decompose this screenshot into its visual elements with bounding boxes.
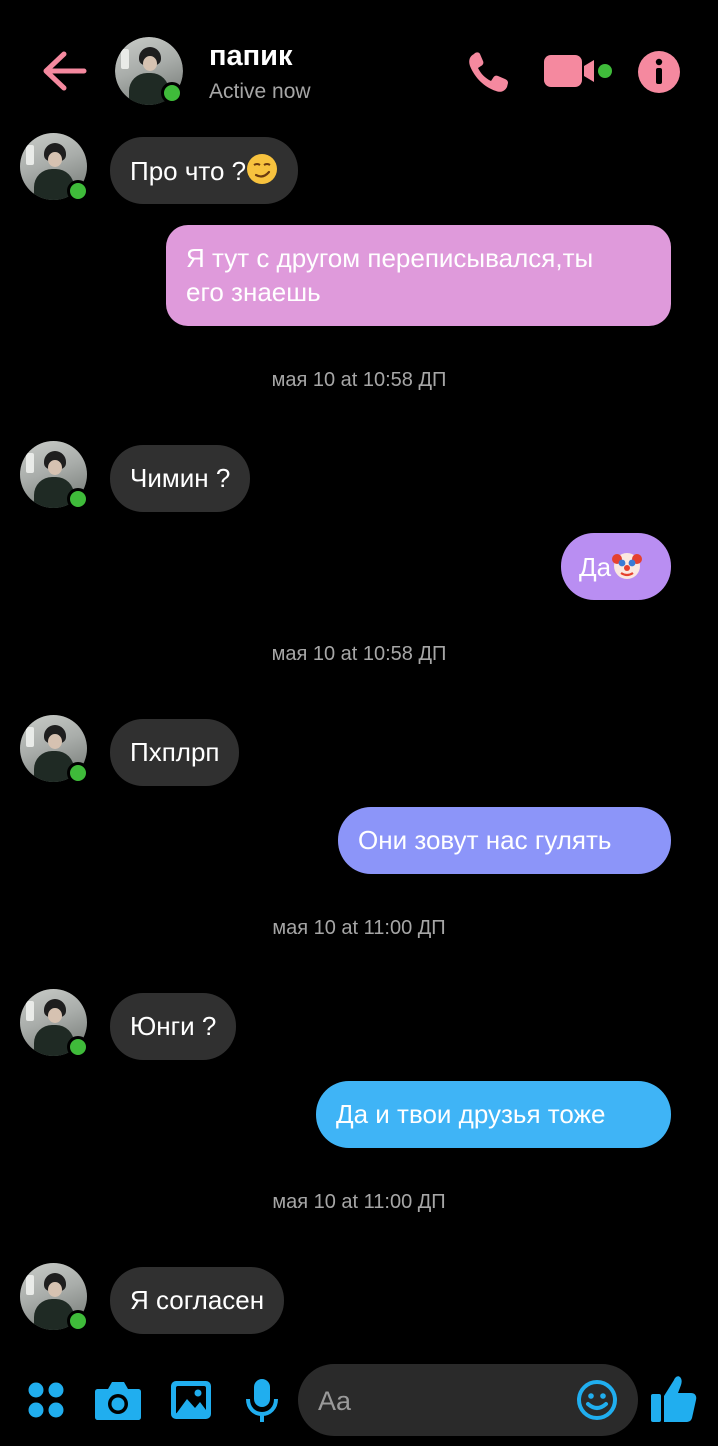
back-button[interactable]: [40, 50, 90, 92]
message-text-line: его знаешь: [186, 277, 321, 307]
online-indicator: [67, 180, 89, 202]
microphone-icon: [246, 1379, 278, 1422]
message-timestamp: мая 10 at 10:58 ДП: [271, 369, 447, 391]
message-text: Юнги ?: [130, 1011, 217, 1041]
message-text: Про что ?: [130, 155, 247, 186]
conversation-info-button[interactable]: [637, 50, 681, 99]
camera-icon: [95, 1382, 141, 1420]
online-indicator: [67, 488, 89, 510]
back-arrow-icon: [43, 51, 87, 91]
contact-name[interactable]: папик: [209, 40, 293, 73]
online-indicator: [67, 762, 89, 784]
apps-grid-icon: [28, 1382, 64, 1418]
online-indicator: [161, 82, 183, 104]
message-bubble-incoming[interactable]: Чимин ?: [110, 445, 251, 512]
online-indicator: [67, 1310, 89, 1332]
camera-button[interactable]: [94, 1379, 142, 1426]
message-input-container[interactable]: [298, 1364, 638, 1436]
sender-avatar[interactable]: [20, 989, 90, 1059]
message-text: Чимин ?: [130, 463, 231, 493]
message-bubble-incoming[interactable]: Юнги ?: [110, 993, 237, 1060]
video-call-button[interactable]: [544, 53, 614, 94]
sender-avatar[interactable]: [20, 1263, 90, 1333]
online-indicator: [67, 1036, 89, 1058]
message-text-line: Я тут с другом переписывался,ты: [186, 243, 594, 273]
thumbs-up-icon: [651, 1376, 697, 1422]
more-actions-button[interactable]: [27, 1381, 65, 1424]
voice-call-button[interactable]: [466, 50, 512, 99]
info-icon: [638, 51, 680, 93]
gallery-button[interactable]: [170, 1380, 212, 1425]
contact-status: Active now: [209, 80, 311, 103]
voice-message-button[interactable]: [245, 1378, 279, 1429]
message-bubble-outgoing[interactable]: Да: [561, 533, 671, 600]
message-bubble-outgoing[interactable]: Они зовут нас гулять: [338, 807, 671, 874]
smirking-face-emoji-icon: [246, 153, 278, 193]
video-camera-icon: [544, 55, 612, 87]
phone-icon: [469, 52, 508, 92]
message-bubble-incoming[interactable]: Пхплрп: [110, 719, 240, 786]
sender-avatar[interactable]: [20, 441, 90, 511]
sender-avatar[interactable]: [20, 133, 90, 203]
message-bubble-incoming[interactable]: Я согласен: [110, 1267, 285, 1334]
message-bubble-incoming[interactable]: Про что ?: [110, 137, 299, 204]
message-bubble-outgoing[interactable]: Да и твои друзья тоже: [316, 1081, 671, 1148]
sender-avatar[interactable]: [20, 715, 90, 785]
message-input[interactable]: [316, 1378, 570, 1424]
gallery-icon: [171, 1381, 211, 1419]
message-text: Пхплрп: [130, 737, 220, 767]
message-timestamp: мая 10 at 10:58 ДП: [271, 643, 447, 665]
message-timestamp: мая 10 at 11:00 ДП: [272, 917, 446, 939]
status-bar-icons: [30, 0, 120, 4]
emoji-icon: [577, 1380, 617, 1420]
emoji-button[interactable]: [576, 1379, 618, 1426]
clown-face-emoji-icon: [611, 549, 643, 589]
message-text: Я согласен: [130, 1285, 265, 1315]
message-text: Да и твои друзья тоже: [336, 1099, 606, 1129]
send-like-button[interactable]: [650, 1374, 698, 1429]
message-text: Да: [579, 551, 612, 582]
message-timestamp: мая 10 at 11:00 ДП: [272, 1191, 446, 1213]
status-bar: [0, 0, 718, 8]
message-bubble-outgoing[interactable]: Я тут с другом переписывался,ты его знае…: [166, 225, 671, 326]
message-text: Они зовут нас гулять: [358, 825, 612, 855]
